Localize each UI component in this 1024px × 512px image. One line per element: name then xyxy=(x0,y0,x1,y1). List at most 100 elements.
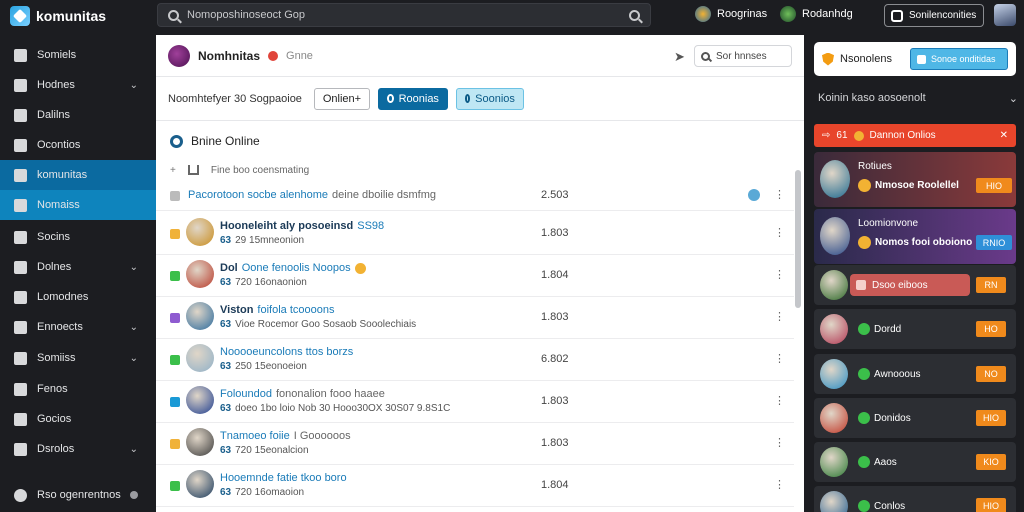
user-avatar[interactable] xyxy=(994,4,1016,26)
sidebar-item[interactable]: Ocontios xyxy=(0,130,156,160)
row-checkbox[interactable] xyxy=(170,271,180,281)
avatar[interactable] xyxy=(186,218,214,246)
sidebar-footer[interactable]: Rso ogenrentnos xyxy=(0,480,156,510)
avatar[interactable] xyxy=(186,428,214,456)
table-row[interactable]: Pacorotoon socbe alenhome deine dboilie d… xyxy=(156,181,794,211)
table-row[interactable]: Hooneleiht aly posoeinsd SS98 63 29 15mneon… xyxy=(156,213,794,255)
avatar[interactable] xyxy=(186,344,214,372)
sidebar-item[interactable]: Somiels xyxy=(0,40,156,70)
sidebar-item[interactable]: Socins xyxy=(0,222,156,252)
sidebar-item[interactable]: Ennoects ⌄ xyxy=(0,312,156,342)
brand-logo[interactable]: komunitas xyxy=(0,6,156,26)
table-row[interactable]: Foloundod fononalion fooo haaee 63 doeo 1bo… xyxy=(156,381,794,423)
more-menu-icon[interactable]: ⋮ xyxy=(774,188,785,201)
card-action-button[interactable]: HIO xyxy=(976,178,1012,193)
right-panel-header: Nsonolens Sonoe onditidas xyxy=(814,42,1016,76)
row-title[interactable]: Pacorotoon socbe alenhome deine dboilie d… xyxy=(188,189,436,201)
card-action-button[interactable]: KIO xyxy=(976,454,1006,470)
close-icon[interactable]: ✕ xyxy=(1000,130,1008,141)
sidebar-item[interactable]: Somiiss ⌄ xyxy=(0,343,156,373)
more-menu-icon[interactable]: ⋮ xyxy=(774,310,785,323)
avatar[interactable] xyxy=(186,260,214,288)
more-menu-icon[interactable]: ⋮ xyxy=(774,268,785,281)
row-subtitle: 63 720 16onaonion xyxy=(220,277,307,288)
more-menu-icon[interactable]: ⋮ xyxy=(774,478,785,491)
table-row[interactable]: Viston foifola tcoooons 63 Vioe Rocemor Goo… xyxy=(156,297,794,339)
member-card[interactable]: Dsoo eiboos RN xyxy=(814,265,1016,305)
row-checkbox[interactable] xyxy=(170,191,180,201)
sidebar-item[interactable]: Hodnes ⌄ xyxy=(0,70,156,100)
sidebar-item[interactable]: Dalilns xyxy=(0,100,156,130)
card-action-button[interactable]: HIO xyxy=(976,498,1006,512)
row-title[interactable]: Hooneleiht aly posoeinsd SS98 xyxy=(220,220,384,232)
more-menu-icon[interactable]: ⋮ xyxy=(774,394,785,407)
row-checkbox[interactable] xyxy=(170,355,180,365)
table-row[interactable]: Nooooeuncolons ttos borzs 63 250 15eonoeio… xyxy=(156,339,794,381)
card-action-button[interactable]: NO xyxy=(976,366,1006,382)
sidebar-item[interactable]: Dolnes ⌄ xyxy=(0,252,156,282)
card-action-button[interactable]: HO xyxy=(976,321,1006,337)
row-title[interactable]: Viston foifola tcoooons xyxy=(220,304,334,316)
more-menu-icon[interactable]: ⋮ xyxy=(774,226,785,239)
card-pill[interactable]: Dsoo eiboos xyxy=(850,274,970,296)
row-title[interactable]: Nooooeuncolons ttos borzs xyxy=(220,346,353,358)
member-card[interactable]: Donidos HIO xyxy=(814,398,1016,438)
alert-banner[interactable]: ⇨ 61 Dannon Onlios ✕ xyxy=(814,124,1016,147)
avatar[interactable] xyxy=(186,302,214,330)
table-row[interactable]: Hooemnde fatie tkoo boro 63 720 16omaoion 1… xyxy=(156,465,794,507)
row-checkbox[interactable] xyxy=(170,229,180,239)
member-card[interactable]: Aaos KIO xyxy=(814,442,1016,482)
right-section-header[interactable]: Koinin kaso aosoenolt ⌄ xyxy=(818,92,1018,105)
filter-solid-button[interactable]: Roonias xyxy=(377,87,448,110)
member-card[interactable]: Dordd HO xyxy=(814,309,1016,349)
filter-light-button[interactable]: Soonios xyxy=(455,87,524,110)
sidebar-item[interactable]: Gocios xyxy=(0,404,156,434)
pin-icon[interactable] xyxy=(748,189,760,201)
sidebar-item[interactable]: Nomaiss xyxy=(0,190,156,220)
search-submit-icon[interactable] xyxy=(629,9,640,21)
expand-icon[interactable]: + xyxy=(170,165,176,176)
more-menu-icon[interactable]: ⋮ xyxy=(774,352,785,365)
avatar[interactable] xyxy=(186,470,214,498)
featured-card[interactable]: Rotiues Nmosoe Roolellel HIO xyxy=(814,152,1016,207)
chevron-down-icon[interactable]: ⌄ xyxy=(130,80,138,91)
sidebar-item[interactable]: komunitas xyxy=(0,160,156,190)
group-search-button[interactable]: Sor hnnses xyxy=(694,45,792,67)
chevron-down-icon[interactable]: ⌄ xyxy=(130,444,138,455)
top-action-button[interactable]: Sonilenconities xyxy=(884,4,984,27)
row-title[interactable]: Hooemnde fatie tkoo boro xyxy=(220,472,347,484)
avatar[interactable] xyxy=(186,386,214,414)
chevron-down-icon[interactable]: ⌄ xyxy=(130,262,138,273)
chevron-down-icon[interactable]: ⌄ xyxy=(130,353,138,364)
sidebar-item[interactable]: Dsrolos ⌄ xyxy=(0,434,156,464)
row-title[interactable]: Dol Oone fenoolis Noopos xyxy=(220,262,366,274)
filter-online-button[interactable]: Onlien+ xyxy=(313,87,370,110)
group-avatar[interactable] xyxy=(168,44,190,67)
table-row[interactable]: Dol Oone fenoolis Noopos 63 720 16onaonion 1… xyxy=(156,255,794,297)
row-checkbox[interactable] xyxy=(170,439,180,449)
more-menu-icon[interactable]: ⋮ xyxy=(774,436,785,449)
row-checkbox[interactable] xyxy=(170,397,180,407)
chevron-down-icon[interactable]: ⌄ xyxy=(130,322,138,333)
member-card[interactable]: Conlos HIO xyxy=(814,486,1016,512)
sidebar-item[interactable]: Fenos xyxy=(0,374,156,404)
row-checkbox[interactable] xyxy=(170,313,180,323)
sidebar-item[interactable]: Lomodnes xyxy=(0,282,156,312)
chevron-down-icon[interactable]: ⌄ xyxy=(1009,92,1018,105)
row-title[interactable]: Tnamoeo foiie I Goooooos xyxy=(220,430,351,442)
table-row[interactable]: Tnamoeo foiie I Goooooos 63 720 15eonalcion… xyxy=(156,423,794,465)
user-chip-1[interactable]: Roogrinas xyxy=(695,6,767,22)
user-chip-2[interactable]: Rodanhdg xyxy=(780,6,853,22)
global-search-input[interactable]: Nomoposhinoseoct Gop xyxy=(157,3,651,27)
share-icon[interactable]: ➤ xyxy=(674,49,685,65)
row-checkbox[interactable] xyxy=(170,481,180,491)
card-action-button[interactable]: RN xyxy=(976,277,1006,293)
featured-card[interactable]: Loomionvone Nomos fooi oboiono RNIO xyxy=(814,209,1016,264)
scrollbar[interactable] xyxy=(795,170,801,308)
card-action-button[interactable]: HIO xyxy=(976,410,1006,426)
right-panel-button[interactable]: Sonoe onditidas xyxy=(910,48,1008,70)
member-card[interactable]: Awnooous NO xyxy=(814,354,1016,394)
card-action-button[interactable]: RNIO xyxy=(976,235,1012,250)
row-title-primary: Nooooeuncolons ttos borzs xyxy=(220,346,354,358)
row-title[interactable]: Foloundod fononalion fooo haaee xyxy=(220,388,385,400)
